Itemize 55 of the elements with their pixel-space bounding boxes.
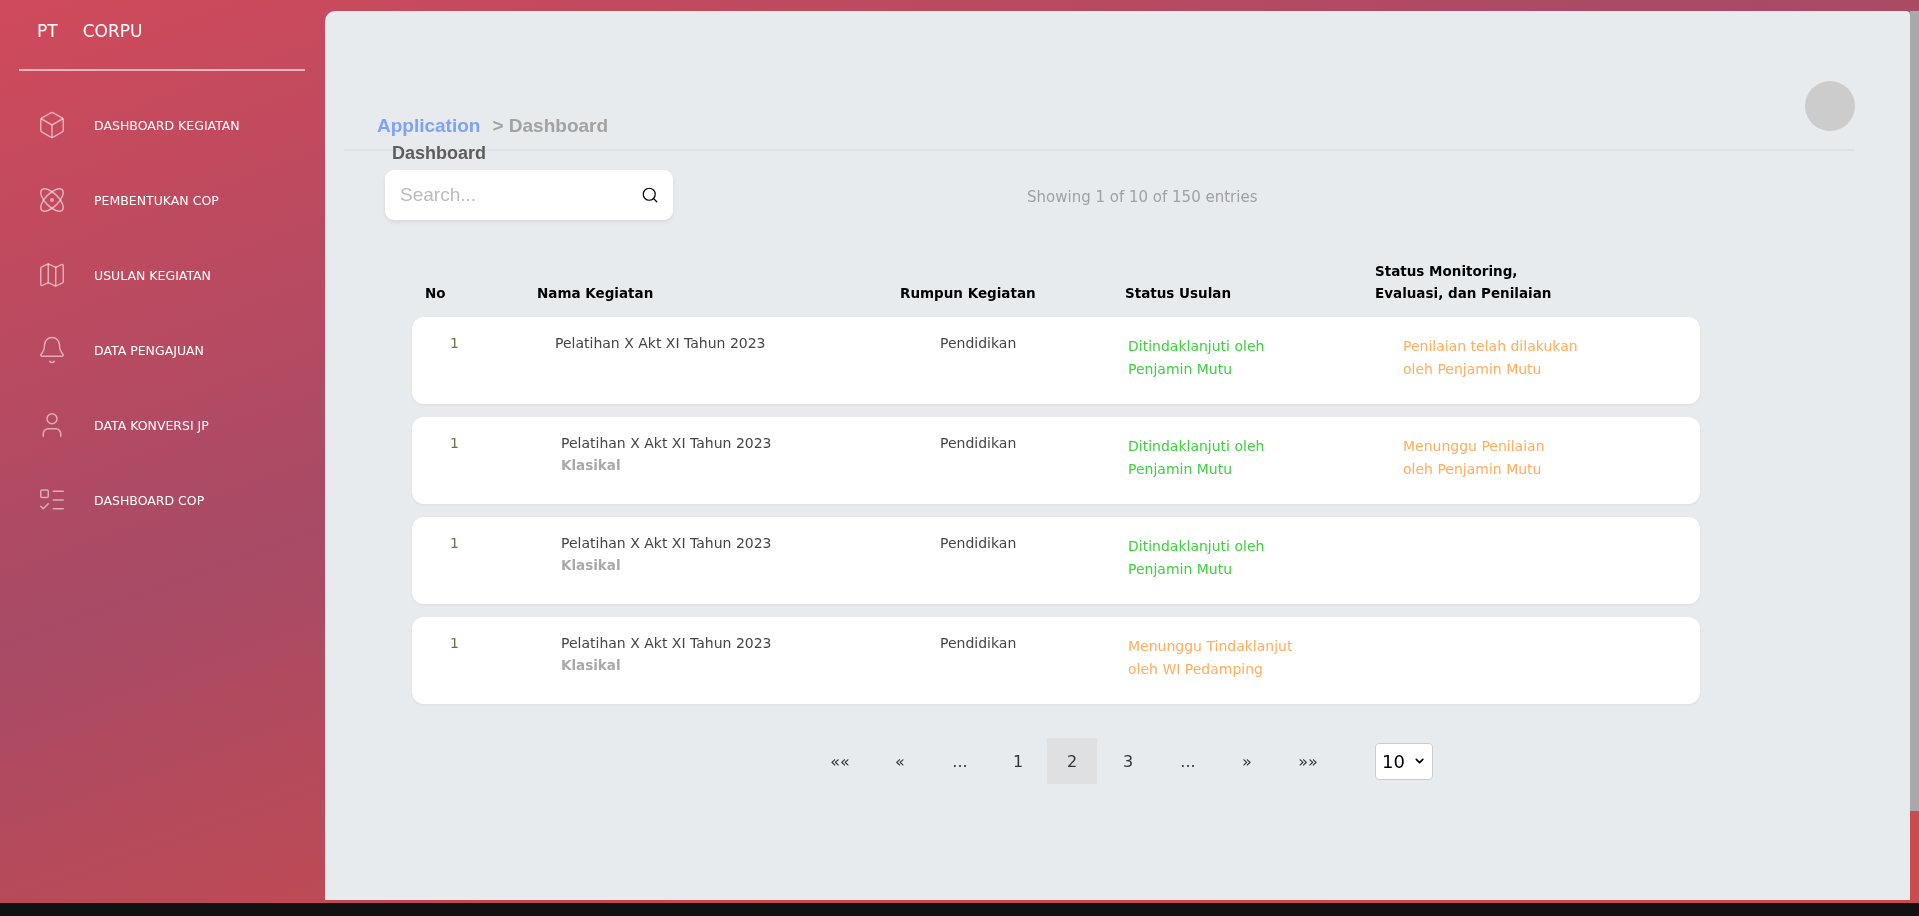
box-icon	[37, 110, 67, 140]
bell-icon	[37, 335, 67, 365]
atom-icon	[37, 185, 67, 215]
page-button[interactable]: 2	[1047, 738, 1097, 784]
brand-prefix: PT	[37, 21, 58, 43]
column-header: Status Monitoring, Evaluasi, dan Penilaian	[1375, 262, 1553, 303]
table-cell: Pelatihan X Akt XI Tahun 2023	[561, 635, 772, 651]
status-text: Penilaian telah dilakukan oleh Penjamin Mutu	[1403, 338, 1578, 377]
page-title: Dashboard	[392, 143, 488, 164]
page-button[interactable]: »»	[1277, 738, 1339, 784]
page-button[interactable]: ««	[811, 738, 869, 784]
status-text: Ditindaklanjuti oleh Penjamin Mutu	[1128, 338, 1265, 377]
page-button[interactable]: «	[869, 738, 931, 784]
page-button[interactable]: ...	[931, 738, 989, 784]
map-icon	[37, 260, 67, 290]
brand-name: CORPU	[82, 21, 143, 43]
scrollbar[interactable]	[1910, 11, 1919, 811]
table-cell-text: 1	[449, 335, 460, 351]
sidebar-item[interactable]: DATA KONVERSI JP	[37, 405, 325, 445]
sidebar-item[interactable]: PEMBENTUKAN COP	[37, 180, 325, 220]
activity-type: Klasikal	[561, 457, 622, 473]
avatar[interactable]	[1805, 81, 1855, 131]
entries-info: Showing 1 of 10 of 150 entries	[1027, 188, 1258, 206]
table-cell-text: Pendidikan	[939, 635, 1018, 651]
breadcrumb-current: > Dashboard	[492, 115, 609, 137]
table-cell-text: Pendidikan	[939, 335, 1018, 351]
search-field[interactable]: Search...	[385, 170, 673, 220]
column-header: Status Usulan	[1125, 284, 1233, 303]
column-header: Rumpun Kegiatan	[900, 284, 1037, 303]
table-cell-text: Pendidikan	[939, 535, 1018, 551]
status-text: Menunggu Tindaklanjut oleh WI Pedamping	[1128, 638, 1293, 677]
table-cell: Pelatihan X Akt XI Tahun 2023	[555, 335, 766, 351]
table-cell-text: 1	[449, 535, 460, 551]
table-cell: Pelatihan X Akt XI Tahun 2023	[561, 435, 772, 451]
sidebar-item[interactable]: DASHBOARD KEGIATAN	[37, 105, 325, 145]
page-button[interactable]: »	[1217, 738, 1277, 784]
page-button[interactable]: 1	[989, 738, 1047, 784]
activity-type: Klasikal	[561, 557, 622, 573]
table-cell-text: Pendidikan	[939, 435, 1018, 451]
table-cell-text: 1	[449, 435, 460, 451]
status-text: Ditindaklanjuti oleh Penjamin Mutu	[1128, 538, 1265, 577]
search-icon	[641, 186, 659, 204]
status-text: Menunggu Penilaian oleh Penjamin Mutu	[1403, 438, 1545, 477]
sidebar-item[interactable]: DATA PENGAJUAN	[37, 330, 325, 370]
page-button[interactable]: ...	[1159, 738, 1217, 784]
column-header: No	[425, 284, 447, 303]
table-cell: Pelatihan X Akt XI Tahun 2023	[561, 535, 772, 551]
page-button[interactable]: 3	[1097, 738, 1159, 784]
page-size-select[interactable]: 10	[1375, 742, 1433, 780]
activity-type: Klasikal	[561, 657, 622, 673]
sidebar-item[interactable]: DASHBOARD COP	[37, 480, 325, 520]
sidebar-item[interactable]: USULAN KEGIATAN	[37, 255, 325, 295]
column-header: Nama Kegiatan	[537, 284, 655, 303]
status-text: Ditindaklanjuti oleh Penjamin Mutu	[1128, 438, 1265, 477]
table-cell-text: 1	[449, 635, 460, 651]
